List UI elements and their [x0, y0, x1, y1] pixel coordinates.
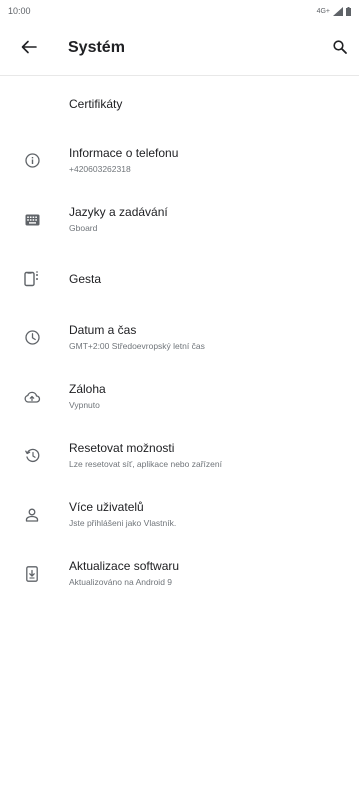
- search-icon: [333, 39, 347, 59]
- list-item-reset-options[interactable]: Resetovat možnosti Lze resetovat síť, ap…: [0, 426, 359, 485]
- person-icon: [22, 505, 42, 525]
- list-item-languages-input[interactable]: Jazyky a zadávání Gboard: [0, 190, 359, 249]
- list-item-title: Více uživatelů: [69, 500, 144, 514]
- list-item-title: Gesta: [69, 271, 102, 286]
- list-item-gestures[interactable]: Gesta: [0, 249, 359, 308]
- list-item-title: Datum a čas: [69, 323, 137, 337]
- list-item-subtitle: Jste přihlášeni jako Vlastník.: [69, 518, 177, 528]
- list-item-subtitle: Lze resetovat síť, aplikace nebo zařízen…: [69, 459, 222, 469]
- list-item-about-phone[interactable]: Informace o telefonu +420603262318: [0, 131, 359, 190]
- list-item-multiple-users[interactable]: Více uživatelů Jste přihlášeni jako Vlas…: [0, 485, 359, 544]
- list-item-backup[interactable]: Záloha Vypnuto: [0, 367, 359, 426]
- settings-screen: 10:00 4G+ Systém Certifikáty Informace o…: [0, 0, 359, 801]
- search-button[interactable]: [329, 38, 351, 60]
- list-item-certificates[interactable]: Certifikáty: [0, 76, 359, 131]
- list-item-subtitle: Vypnuto: [69, 400, 100, 410]
- list-item-software-update[interactable]: Aktualizace softwaru Aktualizováno na An…: [0, 544, 359, 603]
- system-update-icon: [22, 564, 42, 584]
- keyboard-icon: [22, 210, 42, 230]
- list-item-subtitle: Gboard: [69, 223, 98, 233]
- list-item-title: Aktualizace softwaru: [69, 559, 180, 573]
- list-item-subtitle: +420603262318: [69, 164, 131, 174]
- info-icon: [22, 151, 42, 171]
- battery-icon: [346, 6, 351, 16]
- signal-icon: [333, 6, 343, 16]
- settings-list: Certifikáty Informace o telefonu +420603…: [0, 76, 359, 603]
- status-icons: 4G+: [316, 6, 351, 16]
- list-item-title: Jazyky a zadávání: [69, 205, 168, 219]
- gesture-icon: [22, 269, 42, 289]
- app-bar: Systém: [0, 22, 359, 76]
- status-bar: 10:00 4G+: [0, 0, 359, 22]
- list-item-subtitle: GMT+2:00 Středoevropský letní čas: [69, 341, 205, 351]
- history-icon: [22, 446, 42, 466]
- network-type: 4G+: [316, 7, 330, 15]
- list-item-subtitle: Aktualizováno na Android 9: [69, 577, 173, 587]
- status-time: 10:00: [8, 6, 31, 16]
- clock-icon: [22, 328, 42, 348]
- list-item-title: Informace o telefonu: [69, 146, 179, 160]
- list-item-title: Resetovat možnosti: [69, 441, 175, 455]
- arrow-back-icon: [21, 39, 37, 60]
- page-title: Systém: [68, 39, 125, 56]
- list-item-title: Záloha: [69, 382, 106, 396]
- list-item-date-time[interactable]: Datum a čas GMT+2:00 Středoevropský letn…: [0, 308, 359, 367]
- back-button[interactable]: [18, 38, 40, 60]
- cloud-upload-icon: [22, 387, 42, 407]
- list-item-title: Certifikáty: [69, 96, 123, 111]
